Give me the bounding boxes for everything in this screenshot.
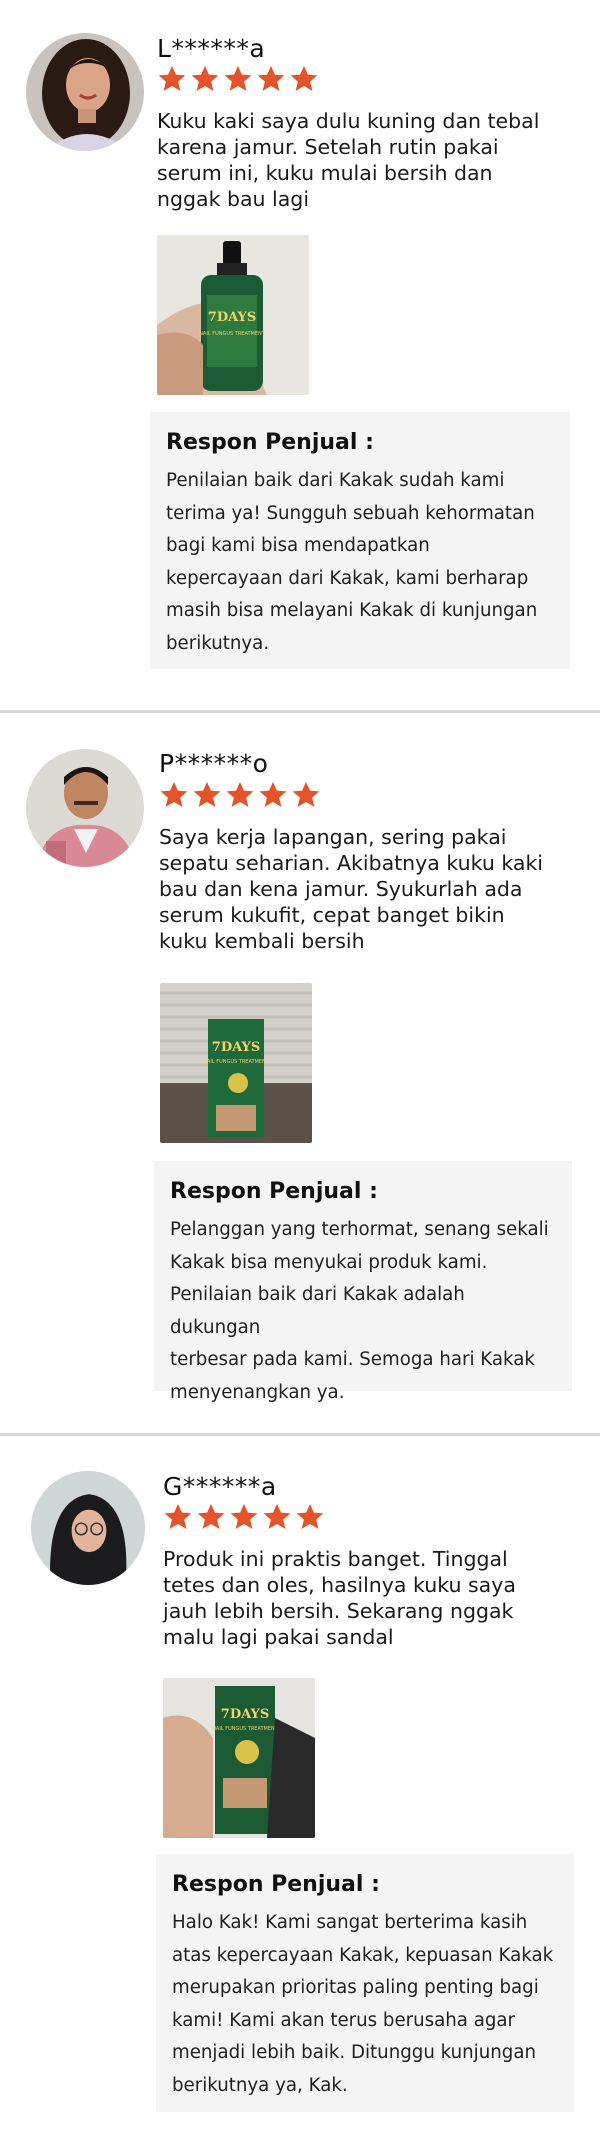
avatar-photo-man	[26, 749, 144, 867]
star-icon	[257, 65, 285, 91]
seller-reply-text: Pelanggan yang terhormat, senang sekali …	[170, 1219, 549, 1403]
reviewer-avatar	[31, 1471, 145, 1585]
star-icon	[290, 65, 318, 91]
reviewer-name: P******o	[159, 749, 269, 778]
reviewer-avatar	[26, 749, 144, 867]
star-rating	[159, 780, 321, 810]
seller-reply-title: Respon Penjual :	[170, 1179, 378, 1204]
product-label-brand: 7DAYS	[212, 1040, 260, 1055]
seller-reply: Respon Penjual : Halo Kak! Kami sangat b…	[156, 1854, 574, 2112]
product-label-sub: NAIL FUNGUS TREATMENT	[199, 331, 266, 337]
star-icon	[224, 65, 252, 91]
star-rating	[157, 64, 319, 94]
star-icon	[160, 781, 188, 807]
product-box-image: 7DAYS NAIL FUNGUS TREATMENT	[160, 983, 312, 1143]
reviewer-name: L******a	[157, 34, 266, 63]
avatar-photo-hijab	[31, 1471, 145, 1585]
reviewer-avatar	[26, 33, 144, 151]
seller-reply: Respon Penjual : Pelanggan yang terhorma…	[154, 1161, 572, 1403]
product-label-sub: NAIL FUNGUS TREATMENT	[203, 1059, 270, 1065]
star-icon	[296, 1503, 324, 1529]
product-box-hand-image: 7DAYS NAIL FUNGUS TREATMENT	[163, 1678, 315, 1838]
product-label-sub: NAIL FUNGUS TREATMENT	[212, 1726, 279, 1732]
star-icon	[164, 1503, 192, 1529]
review-text: Saya kerja lapangan, sering pakai sepatu…	[159, 825, 544, 953]
review-product-photo[interactable]: 7DAYS NAIL FUNGUS TREATMENT	[160, 983, 312, 1143]
seller-reply-text: Penilaian baik dari Kakak sudah kami ter…	[166, 470, 538, 654]
seller-reply-title: Respon Penjual :	[172, 1872, 380, 1897]
review-text: Kuku kaki saya dulu kuning dan tebal kar…	[157, 109, 540, 211]
product-label-brand: 7DAYS	[221, 1707, 269, 1722]
star-rating	[163, 1502, 325, 1532]
review-product-photo[interactable]: 7DAYS NAIL FUNGUS TREATMENT	[157, 235, 309, 395]
star-icon	[230, 1503, 258, 1529]
seller-reply-title: Respon Penjual :	[166, 430, 374, 455]
avatar-photo-woman	[26, 33, 144, 151]
review-card-1: L******a Kuku kaki saya dulu kuning dan …	[0, 0, 600, 710]
star-icon	[197, 1503, 225, 1529]
product-bottle-image: 7DAYS NAIL FUNGUS TREATMENT	[157, 235, 309, 395]
star-icon	[292, 781, 320, 807]
star-icon	[226, 781, 254, 807]
star-icon	[263, 1503, 291, 1529]
reviewer-name: G******a	[163, 1472, 277, 1501]
review-product-photo[interactable]: 7DAYS NAIL FUNGUS TREATMENT	[163, 1678, 315, 1838]
star-icon	[191, 65, 219, 91]
star-icon	[158, 65, 186, 91]
seller-reply-text: Halo Kak! Kami sangat berterima kasih at…	[172, 1912, 554, 2096]
seller-reply: Respon Penjual : Penilaian baik dari Kak…	[150, 412, 570, 669]
star-icon	[259, 781, 287, 807]
star-icon	[193, 781, 221, 807]
product-label-brand: 7DAYS	[208, 310, 256, 325]
review-card-3: G******a Produk ini praktis banget. Ting…	[0, 1436, 600, 2149]
review-card-2: P******o Saya kerja lapangan, sering pak…	[0, 713, 600, 1433]
review-text: Produk ini praktis banget. Tinggal tetes…	[163, 1547, 516, 1649]
